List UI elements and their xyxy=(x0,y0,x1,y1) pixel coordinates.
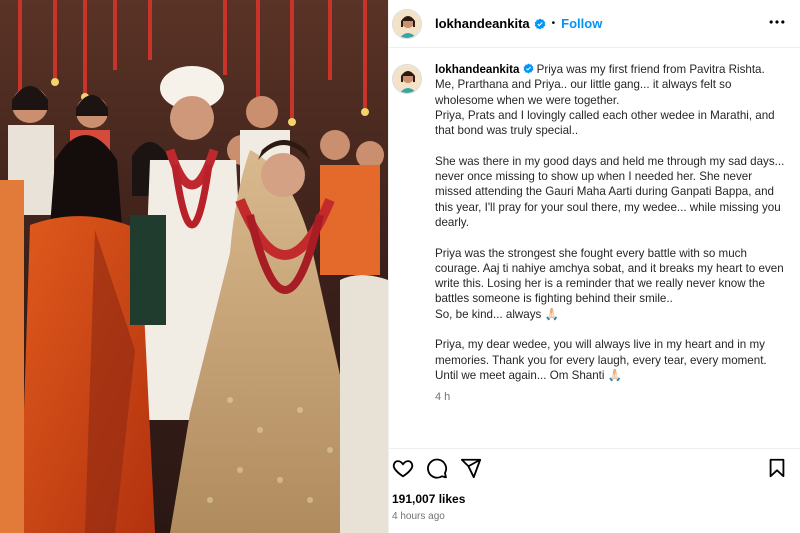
more-options-icon[interactable] xyxy=(767,12,787,37)
heart-icon[interactable] xyxy=(392,457,414,479)
post-photo[interactable] xyxy=(0,0,388,533)
share-icon[interactable] xyxy=(460,457,482,479)
avatar[interactable] xyxy=(392,8,422,39)
caption-text: lokhandeankita Priya was my first friend… xyxy=(435,62,787,383)
likes-count[interactable]: 191,007 likes xyxy=(392,492,465,506)
caption-username[interactable]: lokhandeankita xyxy=(435,63,519,76)
caption-avatar[interactable] xyxy=(392,64,422,94)
profile-picture xyxy=(393,65,421,93)
caption-body: lokhandeankita Priya was my first friend… xyxy=(435,62,787,448)
verified-badge-icon xyxy=(534,18,546,30)
follow-button[interactable]: Follow xyxy=(561,16,602,31)
verified-badge-icon xyxy=(523,63,534,74)
comment-icon[interactable] xyxy=(426,457,448,479)
post-timestamp[interactable]: 4 hours ago xyxy=(392,511,445,522)
post-header: lokhandeankita • Follow xyxy=(389,0,800,48)
wedding-group-photo xyxy=(0,0,388,533)
separator: • xyxy=(551,18,556,29)
action-row xyxy=(392,457,482,479)
profile-picture xyxy=(393,9,421,38)
username[interactable]: lokhandeankita xyxy=(435,16,530,31)
bookmark-icon[interactable] xyxy=(766,457,788,479)
action-bar: 191,007 likes 4 hours ago xyxy=(389,448,800,533)
caption-content: Priya was my first friend from Pavitra R… xyxy=(435,63,785,382)
caption-section: lokhandeankita Priya was my first friend… xyxy=(389,48,800,448)
post-panel: lokhandeankita • Follow lokhandeankita P… xyxy=(388,0,800,533)
caption-timestamp[interactable]: 4 h xyxy=(435,391,787,403)
